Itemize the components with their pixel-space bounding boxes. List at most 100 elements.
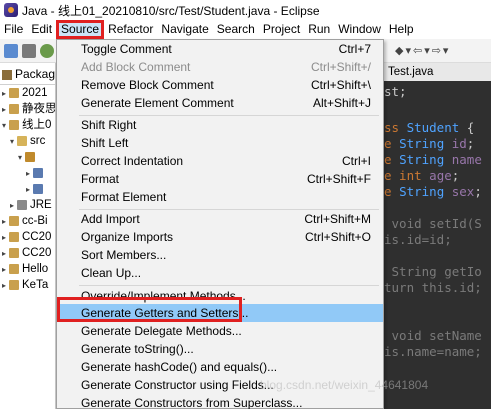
code-line: void setName [384,328,482,343]
collapse-icon[interactable]: ▾ [10,134,17,149]
menu-item-shortcut: Ctrl+7 [338,42,371,56]
code-line: st; [384,84,407,99]
tree-item[interactable]: ▾ 线上0 [0,117,55,133]
menu-item-shortcut: Ctrl+Shift+M [304,212,371,226]
menu-item-shift-right[interactable]: Shift Right [57,116,383,134]
code-line: is.name=name; [384,344,482,359]
tree-item[interactable]: ▸ [0,181,55,197]
package-explorer-tab[interactable]: Package [0,63,55,85]
save-icon[interactable] [22,44,36,58]
tree-item[interactable]: ▸ 2021 [0,85,55,101]
menu-item-label: Clean Up... [81,266,142,280]
expand-icon[interactable]: ▸ [26,182,33,197]
tree-item[interactable]: ▸ CC20 [0,245,55,261]
collapse-icon[interactable]: ▾ [18,150,25,165]
tree-item[interactable]: ▸ KeTa [0,277,55,293]
code-editor[interactable]: Test.java st; ss Student { e String id; … [384,63,491,409]
tree-item[interactable]: ▸ JRE [0,197,55,213]
menu-item-label: Generate Delegate Methods... [81,324,242,338]
expand-icon[interactable]: ▸ [2,214,9,229]
tree-item-label: 2021 [22,87,48,99]
menu-item-label: Override/Implement Methods... [81,289,246,303]
code-line: turn this.id; [384,280,482,295]
menu-item-label: Generate Constructors from Superclass... [81,396,303,409]
expand-icon[interactable]: ▸ [10,198,17,213]
menu-run[interactable]: Run [304,20,334,39]
menu-edit[interactable]: Edit [27,20,56,39]
nav-arrows-icon[interactable]: ◆▾⇦▾⇨▾ [395,44,450,57]
menu-item-label: Format [81,172,120,186]
title-bar: Java - 线上01_20210810/src/Test/Student.ja… [0,0,491,20]
expand-icon[interactable]: ▸ [2,262,9,277]
menu-item-label: Shift Right [81,118,137,132]
expand-icon[interactable]: ▸ [2,102,9,117]
expand-icon[interactable]: ▸ [2,230,9,245]
project-icon [9,215,19,226]
menu-item-label: Generate hashCode() and equals()... [81,360,278,374]
tree-item[interactable]: ▾ [0,149,55,165]
menu-item-shortcut: Alt+Shift+J [312,96,371,110]
menu-item-shortcut: Ctrl+Shift+O [304,230,371,244]
menu-item-format[interactable]: Format Ctrl+Shift+F [57,170,383,188]
source-menu: Toggle Comment Ctrl+7 Add Block Comment Ct… [56,39,384,409]
tree-item[interactable]: ▸ cc-Bi [0,213,55,229]
tree-item[interactable]: ▸ Hello [0,261,55,277]
watermark: blog.csdn.net/weixin_44641804 [260,378,429,392]
menu-item-label: Organize Imports [81,230,174,244]
menu-item-add-import[interactable]: Add Import Ctrl+Shift+M [57,210,383,228]
menu-item-sort-members[interactable]: Sort Members... [57,246,383,264]
tree-item[interactable]: ▸ CC20 [0,229,55,245]
expand-icon[interactable]: ▸ [2,246,9,261]
run-icon[interactable] [40,44,54,58]
collapse-icon[interactable]: ▾ [2,118,9,133]
menu-item-organize-imports[interactable]: Organize Imports Ctrl+Shift+O [57,228,383,246]
menu-search[interactable]: Search [213,20,259,39]
tree-item-label: 线上0 [22,119,52,131]
menu-item-label: Generate toString()... [81,342,194,356]
new-icon[interactable] [4,44,18,58]
menu-item-correct-indentation[interactable]: Correct Indentation Ctrl+I [57,152,383,170]
menu-item-generate-tostring[interactable]: Generate toString()... [57,340,383,358]
eclipse-icon [4,3,18,17]
menu-item-add-block-comment: Add Block Comment Ctrl+Shift+/ [57,58,383,76]
menu-item-generate-element-comment[interactable]: Generate Element Comment Alt+Shift+J [57,94,383,112]
tree-item-label: KeTa [22,279,49,291]
editor-tab[interactable]: Test.java [384,63,491,81]
expand-icon[interactable]: ▸ [2,278,9,293]
menu-item-shortcut: Ctrl+I [341,154,371,168]
menu-item-shift-left[interactable]: Shift Left [57,134,383,152]
tree-item[interactable]: ▸ [0,165,55,181]
menu-item-generate-delegate-methods[interactable]: Generate Delegate Methods... [57,322,383,340]
menu-refactor[interactable]: Refactor [104,20,157,39]
menu-item-generate-constructors-superclass[interactable]: Generate Constructors from Superclass... [57,394,383,409]
menu-item-clean-up[interactable]: Clean Up... [57,264,383,282]
expand-icon[interactable]: ▸ [2,86,9,101]
expand-icon[interactable]: ▸ [26,166,33,181]
menu-item-label: Remove Block Comment [81,78,214,92]
menu-item-remove-block-comment[interactable]: Remove Block Comment Ctrl+Shift+\ [57,76,383,94]
menu-item-label: Format Element [81,190,167,204]
menu-file[interactable]: File [0,20,27,39]
menu-source[interactable]: Source [56,20,105,39]
library-icon [17,199,27,210]
menu-item-label: Generate Getters and Setters... [81,306,249,320]
menu-item-generate-hashcode-equals[interactable]: Generate hashCode() and equals()... [57,358,383,376]
project-icon [9,263,19,274]
code-line: ss Student { [384,120,475,135]
code-line: void setId(S [384,216,482,231]
menu-item-override-implement-methods[interactable]: Override/Implement Methods... [57,287,383,305]
project-icon [9,103,19,114]
menu-item-toggle-comment[interactable]: Toggle Comment Ctrl+7 [57,40,383,58]
menu-help[interactable]: Help [385,20,418,39]
menu-navigate[interactable]: Navigate [157,20,212,39]
package-explorer-icon [2,69,12,80]
menu-item-label: Toggle Comment [81,42,172,56]
menu-item-label: Add Block Comment [81,60,191,74]
tree-item[interactable]: ▾ src [0,133,55,149]
folder-icon [17,135,27,146]
menu-item-generate-getters-setters[interactable]: Generate Getters and Setters... [57,304,383,322]
tree-item[interactable]: ▸ 静夜思 [0,101,55,117]
menu-window[interactable]: Window [334,20,385,39]
menu-item-format-element[interactable]: Format Element [57,188,383,206]
menu-project[interactable]: Project [259,20,304,39]
